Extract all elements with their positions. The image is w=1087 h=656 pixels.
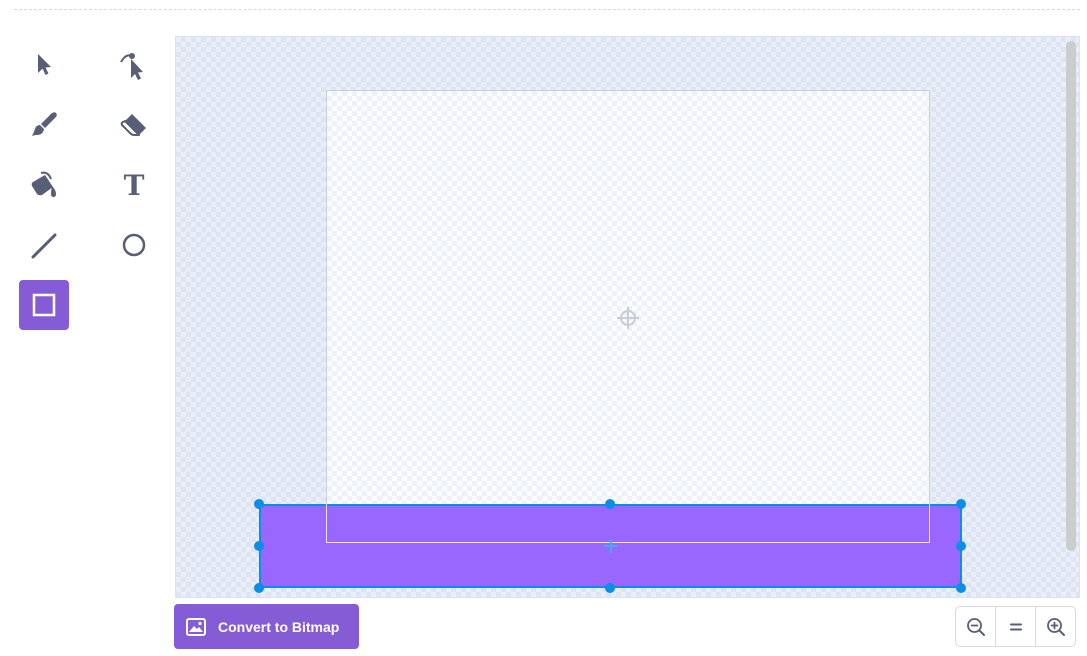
resize-handle-bottom-right[interactable]: [956, 583, 966, 593]
paint-editor: T Convert to Bitmap: [0, 0, 1087, 656]
resize-handle-top-left[interactable]: [254, 499, 264, 509]
resize-handle-right[interactable]: [956, 541, 966, 551]
line-icon: [31, 233, 57, 259]
circle-icon: [122, 233, 146, 257]
tool-reshape[interactable]: [109, 40, 159, 90]
tool-eraser[interactable]: [109, 100, 159, 150]
zoom-out-icon: [966, 617, 985, 636]
zoom-in-button[interactable]: [1035, 607, 1075, 646]
brush-icon: [32, 112, 57, 136]
resize-handle-left[interactable]: [254, 541, 264, 551]
reshape-arrow-icon: [120, 53, 143, 80]
drawing-canvas[interactable]: [175, 36, 1080, 598]
crosshair-icon: [617, 307, 639, 329]
tool-text[interactable]: T: [109, 160, 159, 210]
tool-brush[interactable]: [19, 100, 69, 150]
rectangle-icon: [32, 293, 56, 317]
zoom-out-button[interactable]: [956, 607, 995, 646]
resize-handle-top[interactable]: [605, 499, 615, 509]
zoom-in-icon: [1046, 617, 1065, 636]
tool-fill[interactable]: [19, 160, 69, 210]
resize-handle-top-right[interactable]: [956, 499, 966, 509]
fill-bucket-icon: [31, 171, 56, 197]
text-tool-glyph: T: [124, 171, 145, 199]
divider: [14, 9, 1080, 10]
tool-line[interactable]: [19, 220, 69, 270]
convert-to-bitmap-label: Convert to Bitmap: [218, 618, 340, 635]
zoom-reset-icon: [1009, 623, 1022, 630]
resize-handle-bottom-left[interactable]: [254, 583, 264, 593]
select-arrow-icon: [38, 54, 51, 75]
vertical-scrollbar[interactable]: [1066, 41, 1076, 551]
zoom-controls: [955, 606, 1076, 647]
text-icon: T: [124, 171, 145, 199]
eraser-icon: [120, 114, 146, 136]
move-center-icon[interactable]: [603, 538, 619, 554]
tool-rectangle[interactable]: [19, 280, 69, 330]
image-icon: [186, 617, 206, 636]
zoom-reset-button[interactable]: [995, 607, 1035, 646]
tool-circle[interactable]: [109, 220, 159, 270]
tool-select[interactable]: [19, 40, 69, 90]
resize-handle-bottom[interactable]: [605, 583, 615, 593]
convert-to-bitmap-button[interactable]: Convert to Bitmap: [174, 604, 359, 649]
